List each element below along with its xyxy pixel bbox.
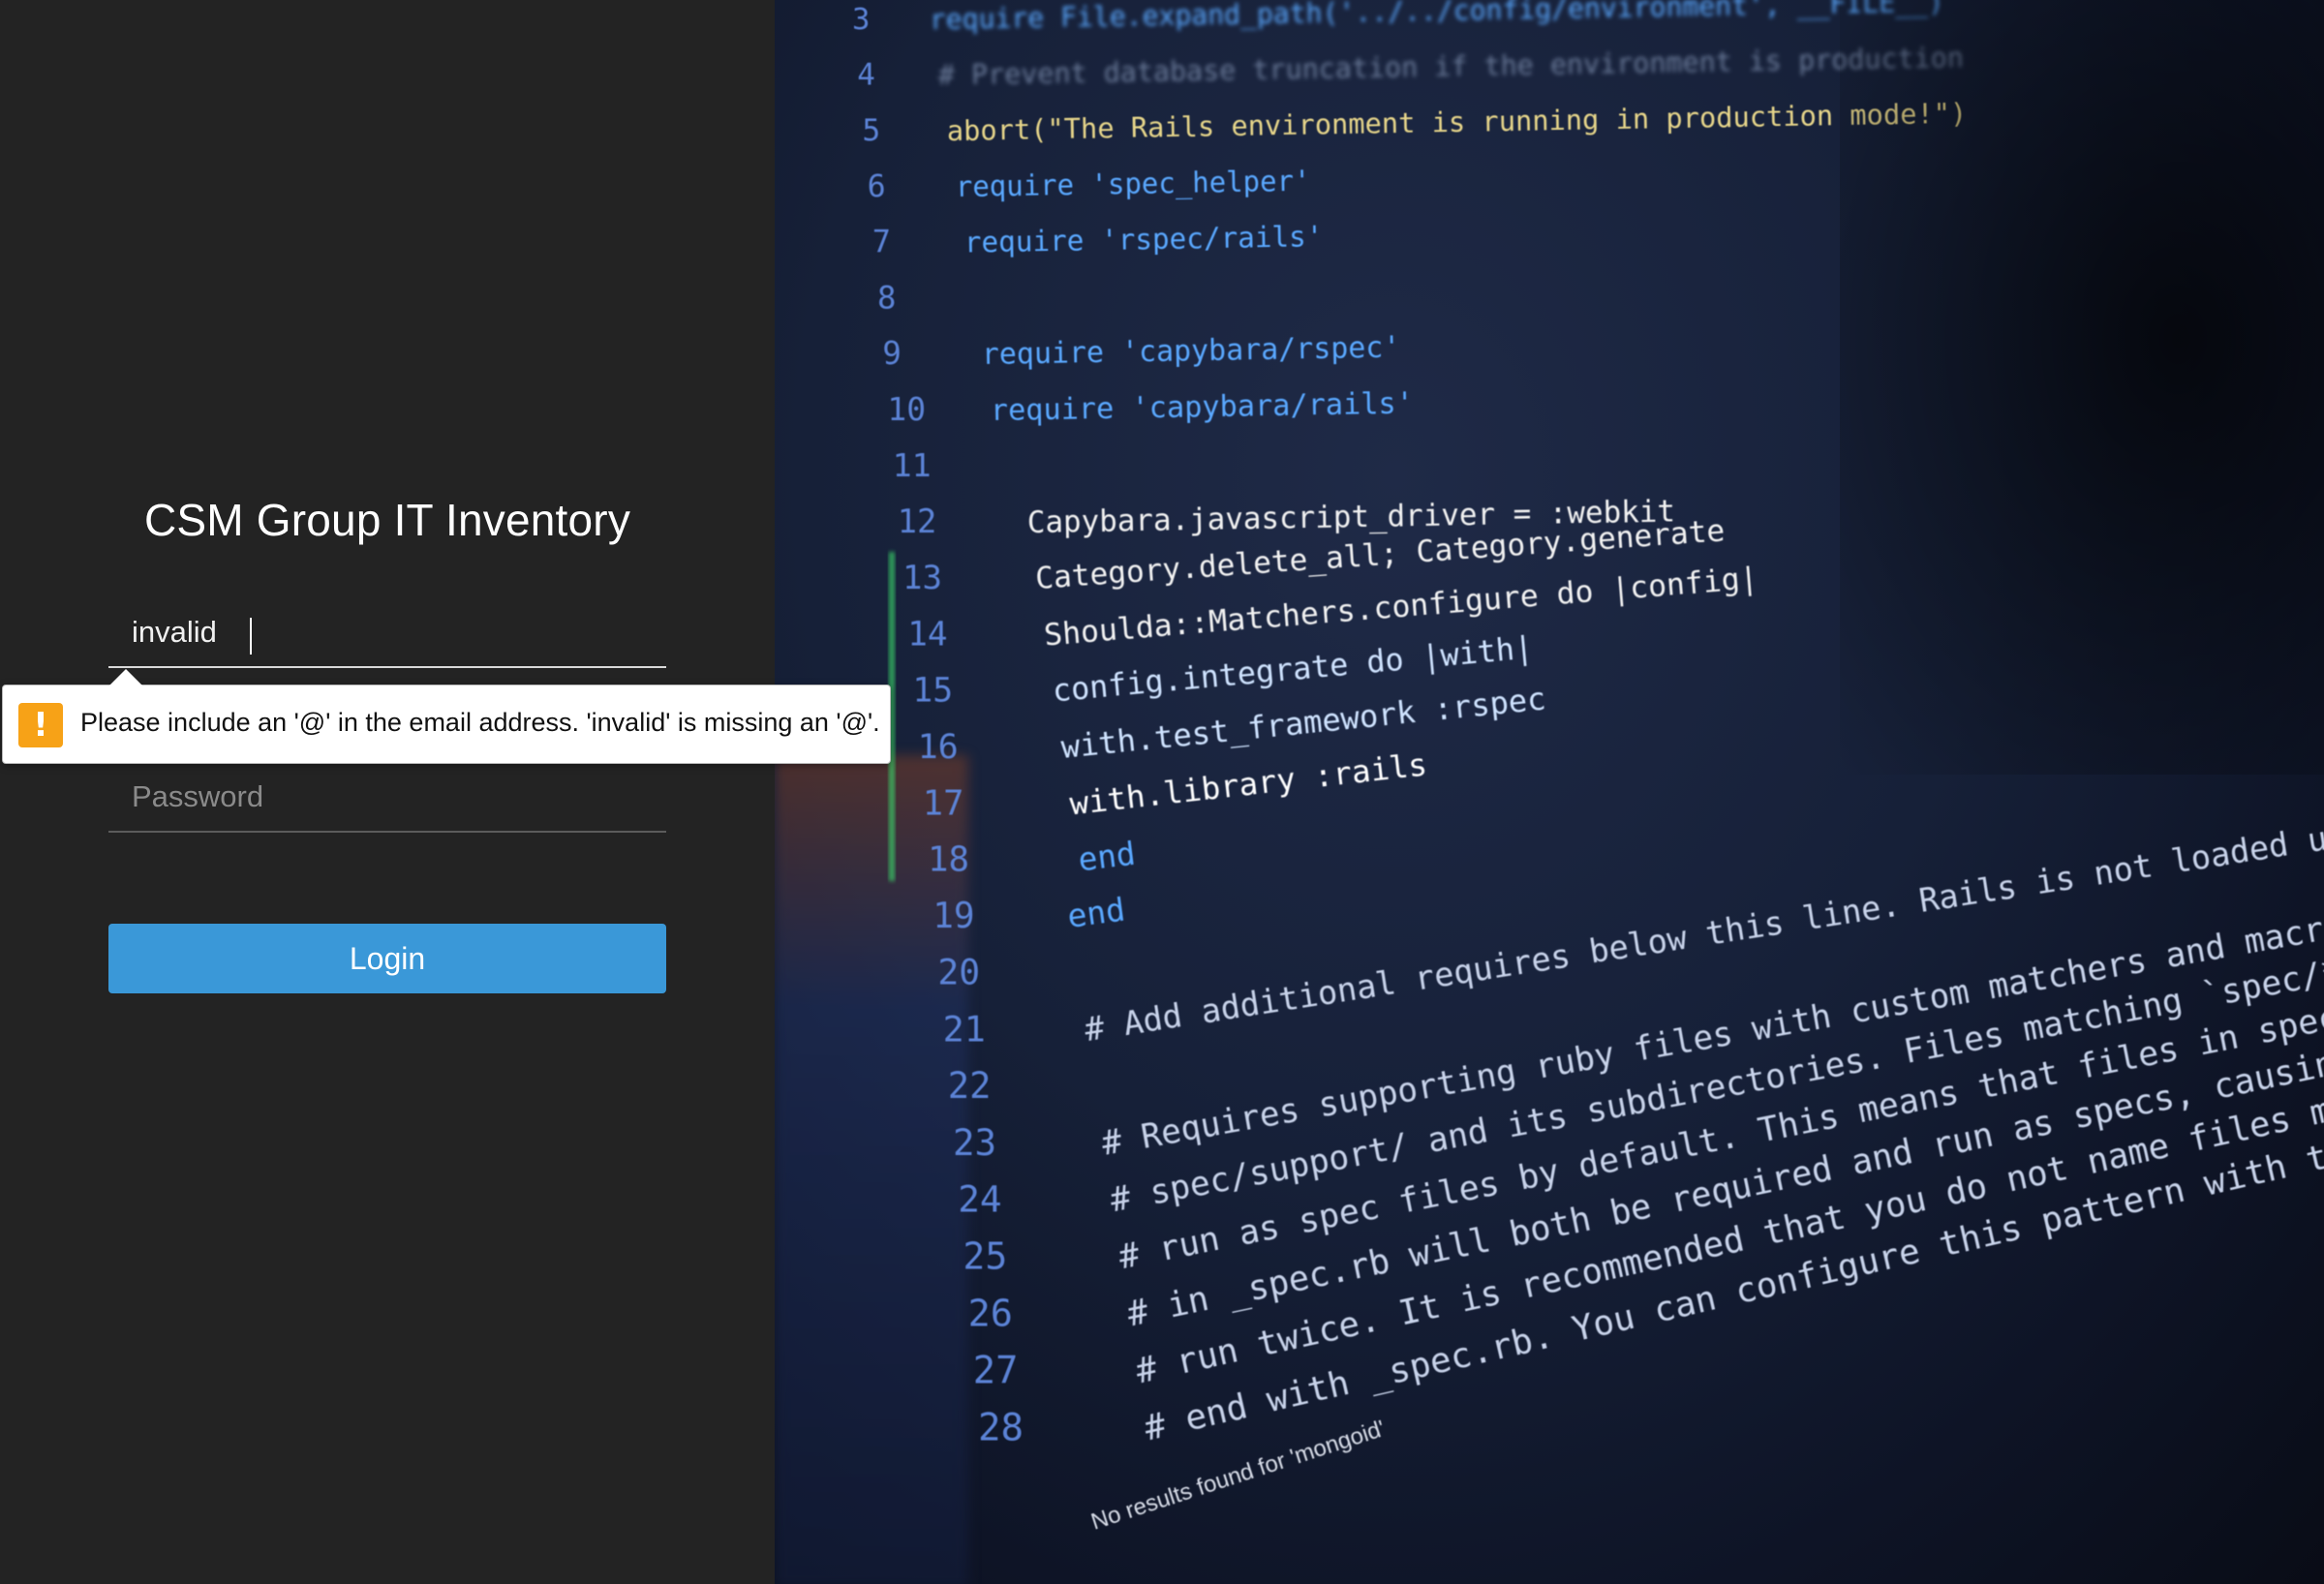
login-button[interactable]: Login <box>108 924 666 993</box>
line-number: 25 <box>963 1234 1007 1277</box>
line-number: 9 <box>882 335 902 372</box>
text-cursor <box>250 618 252 655</box>
background-code-photo: 3 require File.expand_path('../../config/… <box>775 0 2324 1584</box>
line-number: 5 <box>862 113 880 148</box>
password-field[interactable] <box>108 755 666 833</box>
editor-status-text: No results found for 'mongoid' <box>1088 1416 1389 1536</box>
password-input[interactable] <box>132 773 666 821</box>
tooltip-arrow <box>109 669 142 685</box>
line-number: 7 <box>872 224 891 260</box>
warning-icon: ! <box>18 703 63 747</box>
line-number: 19 <box>933 897 974 936</box>
email-input[interactable] <box>132 608 666 656</box>
line-number: 17 <box>923 783 964 823</box>
validation-tooltip: ! Please include an '@' in the email add… <box>2 669 891 764</box>
line-number: 6 <box>868 169 886 204</box>
line-number: 16 <box>918 727 959 767</box>
line-number: 21 <box>943 1008 986 1050</box>
line-number: 10 <box>887 390 926 428</box>
vignette <box>1840 0 2324 775</box>
line-number: 22 <box>948 1065 992 1107</box>
line-number: 20 <box>937 952 980 993</box>
app-title: CSM Group IT Inventory <box>143 495 631 545</box>
line-number: 27 <box>973 1349 1019 1392</box>
line-number: 14 <box>907 615 947 654</box>
line-number: 8 <box>877 279 896 316</box>
code-line: # Prevent database truncation if the env… <box>938 42 1965 91</box>
code-line: end <box>1065 891 1127 936</box>
line-number: 3 <box>852 3 870 37</box>
validation-message: Please include an '@' in the email addre… <box>80 708 880 737</box>
line-number: 15 <box>912 672 953 711</box>
line-number: 12 <box>898 503 937 540</box>
line-number: 26 <box>968 1292 1013 1335</box>
code-line: end <box>1076 836 1137 879</box>
code-line: abort("The Rails environment is running … <box>947 97 1968 147</box>
email-field[interactable] <box>108 591 666 668</box>
code-line: require 'rspec/rails' <box>964 220 1324 259</box>
line-number: 13 <box>902 559 942 597</box>
code-line: require 'spec_helper' <box>956 164 1311 203</box>
line-number: 28 <box>978 1407 1024 1450</box>
line-number: 23 <box>953 1121 996 1164</box>
code-line: require File.expand_path('../../config/e… <box>930 0 1945 37</box>
login-panel: CSM Group IT Inventory Login <box>0 0 775 1584</box>
line-number: 11 <box>893 446 932 484</box>
code-line: require 'capybara/rspec' <box>982 331 1401 373</box>
line-number: 4 <box>857 58 875 93</box>
line-number: 24 <box>958 1178 1001 1221</box>
login-page: CSM Group IT Inventory Login ! Please in… <box>0 0 2324 1584</box>
line-number: 18 <box>928 840 969 880</box>
code-line: require 'capybara/rails' <box>991 386 1415 428</box>
